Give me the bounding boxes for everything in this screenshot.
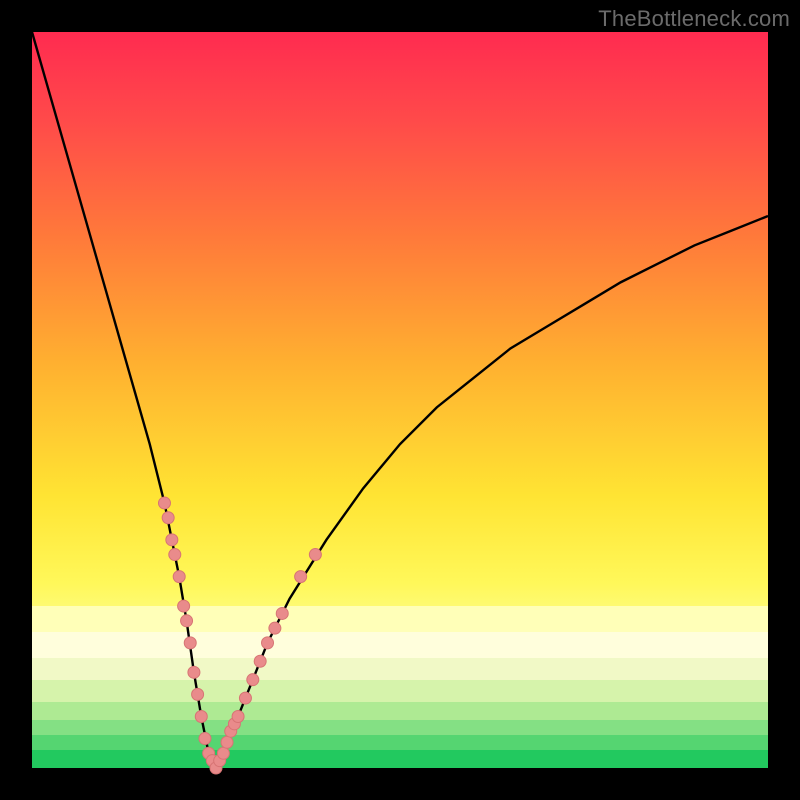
curve-marker <box>199 733 211 745</box>
curve-markers <box>158 497 321 774</box>
curve-marker <box>269 622 281 634</box>
curve-marker <box>221 736 233 748</box>
plot-area <box>32 32 768 768</box>
curve-marker <box>232 710 244 722</box>
curve-marker <box>158 497 170 509</box>
curve-marker <box>217 747 229 759</box>
curve-marker <box>295 571 307 583</box>
curve-marker <box>181 615 193 627</box>
curve-marker <box>184 637 196 649</box>
curve-marker <box>254 655 266 667</box>
curve-marker <box>166 534 178 546</box>
curve-marker <box>309 549 321 561</box>
curve-marker <box>173 571 185 583</box>
curve-marker <box>239 692 251 704</box>
chart-frame: TheBottleneck.com <box>0 0 800 800</box>
curve-marker <box>169 549 181 561</box>
curve-layer <box>32 32 768 768</box>
curve-marker <box>188 666 200 678</box>
curve-marker <box>195 710 207 722</box>
curve-marker <box>247 674 259 686</box>
curve-marker <box>276 607 288 619</box>
curve-marker <box>192 688 204 700</box>
bottleneck-curve <box>32 32 768 768</box>
watermark-text: TheBottleneck.com <box>598 6 790 32</box>
curve-marker <box>262 637 274 649</box>
curve-marker <box>162 512 174 524</box>
curve-marker <box>178 600 190 612</box>
